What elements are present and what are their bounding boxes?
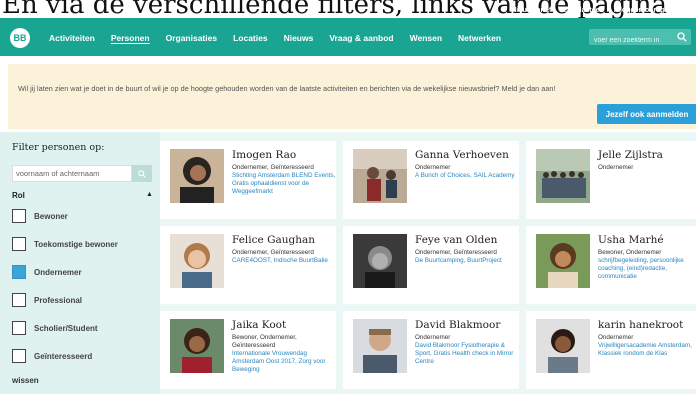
person-name[interactable]: Usha Marhé (598, 234, 696, 246)
filter-title: Filter personen op: (12, 142, 105, 153)
person-tags[interactable]: CARE4OOST, Indische BuurtBalie (232, 257, 336, 265)
nav-netwerken[interactable]: Netwerken (458, 33, 501, 43)
person-name[interactable]: Jaika Koot (232, 319, 336, 331)
person-photo (353, 319, 407, 373)
person-tags[interactable]: Stichting Amsterdam BLEND Events, Gratis… (232, 172, 336, 196)
person-card[interactable]: Imogen Rao Ondernemer, Geïnteresseerd St… (160, 141, 336, 219)
nav-wensen[interactable]: Wensen (410, 33, 442, 43)
person-name[interactable]: Feye van Olden (415, 234, 519, 246)
filter-search-button[interactable] (132, 165, 152, 182)
person-name[interactable]: Felice Gaughan (232, 234, 336, 246)
person-role: Bewoner, Ondernemer (598, 249, 662, 256)
person-card[interactable]: Jelle Zijlstra Ondernemer (526, 141, 696, 219)
utility-links: Nieuwsbrief Iets plaatsen Inloggen of re… (512, 7, 690, 14)
nav-locaties[interactable]: Locaties (233, 33, 268, 43)
person-role: Ondernemer (415, 164, 451, 171)
person-card[interactable]: Ganna Verhoeven Ondernemer A Bunch of Ch… (343, 141, 519, 219)
newsletter-banner-area: Wil jij laten zien wat je doet in de buu… (0, 56, 696, 136)
person-card[interactable]: David Blakmoor Ondernemer David Blakmoor… (343, 311, 519, 389)
banner-text: Wil jij laten zien wat je doet in de buu… (18, 84, 556, 93)
nav-organisaties[interactable]: Organisaties (166, 33, 218, 43)
search-icon (138, 169, 146, 178)
site-search (589, 29, 691, 49)
checkbox[interactable] (12, 209, 26, 223)
checkbox-checked[interactable] (12, 265, 26, 279)
person-role: Ondernemer, Geïnteresseerd (232, 249, 314, 256)
person-role: Ondernemer, Geïnteresseerd (415, 249, 497, 256)
person-tags[interactable]: Internationale Vrouwendag Amsterdam Oost… (232, 350, 336, 374)
person-photo (536, 149, 590, 203)
person-tags[interactable]: A Bunch of Choices, SAIL Academy (415, 172, 519, 180)
site-logo[interactable]: BB (10, 28, 30, 48)
post-something-link[interactable]: Iets plaatsen (561, 7, 603, 14)
checkbox[interactable] (12, 293, 26, 307)
checkbox[interactable] (12, 349, 26, 363)
person-name[interactable]: David Blakmoor (415, 319, 519, 331)
person-tags[interactable]: Vrijwilligersacademie Amsterdam, Klassie… (598, 342, 696, 358)
role-label: Professional (34, 295, 83, 305)
role-label: Geïnteresseerd (34, 351, 93, 361)
role-label: Toekomstige bewoner (34, 239, 118, 249)
role-checkbox-toekomstige-bewoner[interactable]: Toekomstige bewoner (12, 237, 118, 251)
person-photo (170, 234, 224, 288)
person-name[interactable]: Imogen Rao (232, 149, 336, 161)
filter-sidebar: Filter personen op: Rol ▲ Bewoner Toekom… (0, 132, 160, 394)
person-photo (170, 149, 224, 203)
person-tags[interactable]: De Buurtcamping, BuurtProject (415, 257, 519, 265)
role-checkbox-ondernemer[interactable]: Ondernemer (12, 265, 82, 279)
person-tags[interactable]: David Blakmoor Fysiotherapie & Sport, Gr… (415, 342, 519, 366)
role-label: Ondernemer (34, 267, 82, 277)
person-photo (536, 234, 590, 288)
role-checkbox-professional[interactable]: Professional (12, 293, 82, 307)
rol-filter-heading: Rol (12, 191, 25, 200)
nav-vraag-aanbod[interactable]: Vraag & aanbod (329, 33, 393, 43)
newsletter-link[interactable]: Nieuwsbrief (512, 7, 552, 14)
person-photo (170, 319, 224, 373)
role-checkbox-scholier-student[interactable]: Scholier/Student (12, 321, 98, 335)
role-label: Bewoner (34, 211, 68, 221)
site-search-input[interactable] (589, 32, 673, 49)
person-name[interactable]: karin hanekroot (598, 319, 696, 331)
person-card[interactable]: Jaika Koot Bewoner, Ondernemer, Geïntere… (160, 311, 336, 389)
person-photo (536, 319, 590, 373)
signup-button[interactable]: Jezelf ook aanmelden (597, 104, 696, 124)
main-nav: Activiteiten Personen Organisaties Locat… (49, 33, 517, 43)
person-name[interactable]: Ganna Verhoeven (415, 149, 519, 161)
person-card[interactable]: Felice Gaughan Ondernemer, Geïnteresseer… (160, 226, 336, 304)
login-register-link[interactable]: Inloggen of registreren (614, 7, 690, 14)
person-role: Bewoner, Ondernemer, Geïnteresseerd (232, 334, 297, 349)
person-tags[interactable]: schrijfbegeleiding, persoonlijke coachin… (598, 257, 696, 281)
person-name[interactable]: Jelle Zijlstra (598, 149, 696, 161)
clear-filters-link[interactable]: wissen (12, 376, 39, 385)
name-filter-input[interactable] (12, 165, 132, 182)
search-icon[interactable] (677, 32, 687, 42)
person-photo (353, 234, 407, 288)
person-card[interactable]: karin hanekroot Ondernemer Vrijwilligers… (526, 311, 696, 389)
newsletter-banner: Wil jij laten zien wat je doet in de buu… (8, 64, 696, 129)
checkbox[interactable] (12, 321, 26, 335)
collapse-caret-icon[interactable]: ▲ (146, 191, 153, 198)
nav-nieuws[interactable]: Nieuws (284, 33, 314, 43)
nav-activiteiten[interactable]: Activiteiten (49, 33, 95, 43)
person-role: Ondernemer (598, 334, 634, 341)
checkbox[interactable] (12, 237, 26, 251)
role-label: Scholier/Student (34, 323, 98, 333)
person-role: Ondernemer (415, 334, 451, 341)
person-card[interactable]: Feye van Olden Ondernemer, Geïnteresseer… (343, 226, 519, 304)
person-photo (353, 149, 407, 203)
person-role: Ondernemer (598, 164, 634, 171)
role-checkbox-bewoner[interactable]: Bewoner (12, 209, 68, 223)
role-checkbox-geinteresseerd[interactable]: Geïnteresseerd (12, 349, 92, 363)
person-card[interactable]: Usha Marhé Bewoner, Ondernemer schrijfbe… (526, 226, 696, 304)
nav-personen[interactable]: Personen (111, 33, 150, 43)
person-role: Ondernemer, Geïnteresseerd (232, 164, 314, 171)
